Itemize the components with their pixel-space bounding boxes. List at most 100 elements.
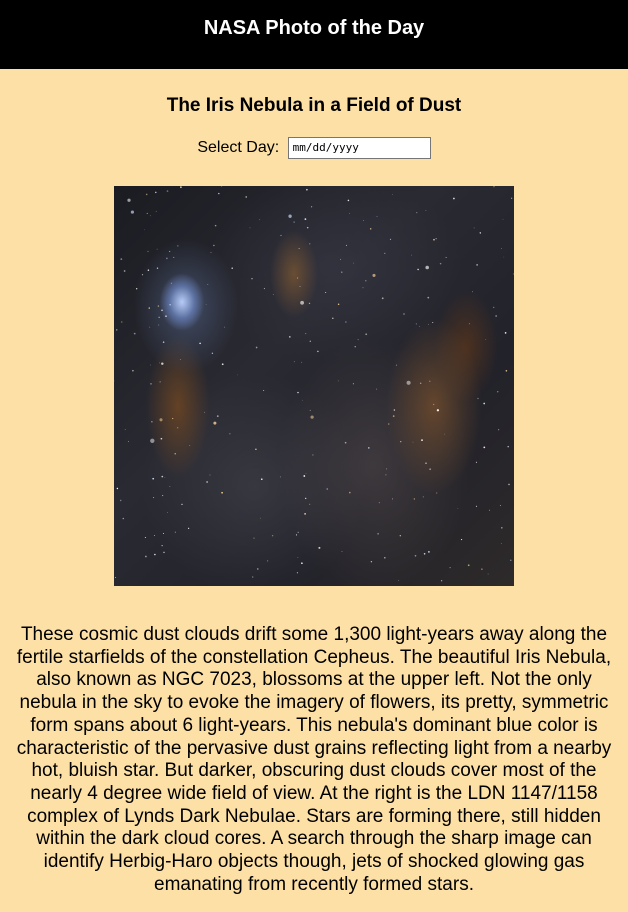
star (145, 555, 147, 558)
star (345, 244, 347, 246)
star (187, 527, 190, 529)
star (122, 517, 125, 520)
star (472, 291, 473, 293)
star (159, 362, 161, 364)
star (155, 210, 157, 212)
star (305, 333, 307, 335)
star (481, 568, 483, 570)
star (145, 193, 148, 196)
star (439, 262, 442, 265)
star (487, 573, 489, 575)
star (318, 546, 321, 549)
star (483, 446, 486, 449)
star (161, 545, 163, 547)
star (498, 429, 500, 431)
star (121, 321, 123, 323)
star (280, 234, 282, 237)
star (263, 288, 265, 290)
star (312, 454, 314, 456)
star (421, 439, 423, 441)
star (308, 302, 311, 305)
star (296, 572, 298, 574)
star (255, 346, 258, 349)
star (423, 553, 426, 555)
star (310, 415, 314, 419)
star (120, 258, 123, 260)
star (384, 556, 386, 559)
star (510, 559, 512, 561)
star (345, 321, 347, 323)
star (393, 409, 396, 411)
star (130, 210, 134, 214)
star (177, 245, 179, 247)
star (181, 503, 183, 506)
star (214, 224, 217, 227)
star (245, 196, 247, 198)
star (158, 316, 160, 318)
star (116, 487, 119, 490)
star (221, 491, 223, 494)
star (154, 553, 156, 556)
star (386, 468, 388, 470)
star (257, 568, 259, 570)
date-input[interactable]: mm/dd/yyyy (287, 137, 431, 159)
star (413, 498, 415, 500)
star (489, 509, 491, 511)
star (337, 380, 339, 382)
star (444, 433, 445, 435)
star (400, 441, 402, 443)
star (461, 539, 463, 541)
star (255, 448, 257, 451)
star (153, 497, 155, 499)
star (436, 492, 438, 494)
star (165, 315, 167, 317)
star (156, 248, 158, 250)
star (155, 191, 157, 194)
star (306, 188, 308, 191)
star (149, 326, 151, 328)
star (124, 429, 126, 431)
date-picker-label: Select Day: (197, 139, 280, 156)
star (221, 186, 223, 188)
star (499, 505, 501, 506)
star (429, 468, 431, 470)
star (169, 250, 171, 252)
star (415, 323, 417, 325)
star (512, 273, 514, 275)
star (157, 305, 160, 307)
star (337, 303, 340, 305)
star (306, 226, 309, 229)
star (349, 212, 350, 214)
star (136, 288, 138, 290)
star (141, 274, 144, 276)
star (347, 199, 350, 202)
star (309, 409, 311, 411)
star (457, 508, 459, 510)
star (205, 304, 207, 305)
star (493, 306, 495, 309)
star (259, 219, 261, 221)
star (170, 282, 172, 284)
star (147, 269, 150, 271)
star (428, 551, 430, 553)
star (417, 268, 419, 271)
star (167, 512, 168, 513)
star (325, 292, 327, 293)
star (502, 218, 504, 220)
star (368, 447, 370, 449)
star (166, 257, 168, 260)
star (148, 307, 150, 309)
star (218, 192, 220, 195)
star (123, 270, 126, 272)
date-picker-row: Select Day: mm/dd/yyyy (0, 136, 628, 160)
star (162, 495, 164, 497)
star (163, 551, 165, 554)
star (279, 476, 281, 478)
star (210, 252, 212, 253)
star (500, 542, 502, 544)
star (216, 415, 219, 417)
star (293, 361, 295, 363)
star (263, 389, 265, 391)
star (468, 323, 470, 325)
star (161, 309, 163, 312)
